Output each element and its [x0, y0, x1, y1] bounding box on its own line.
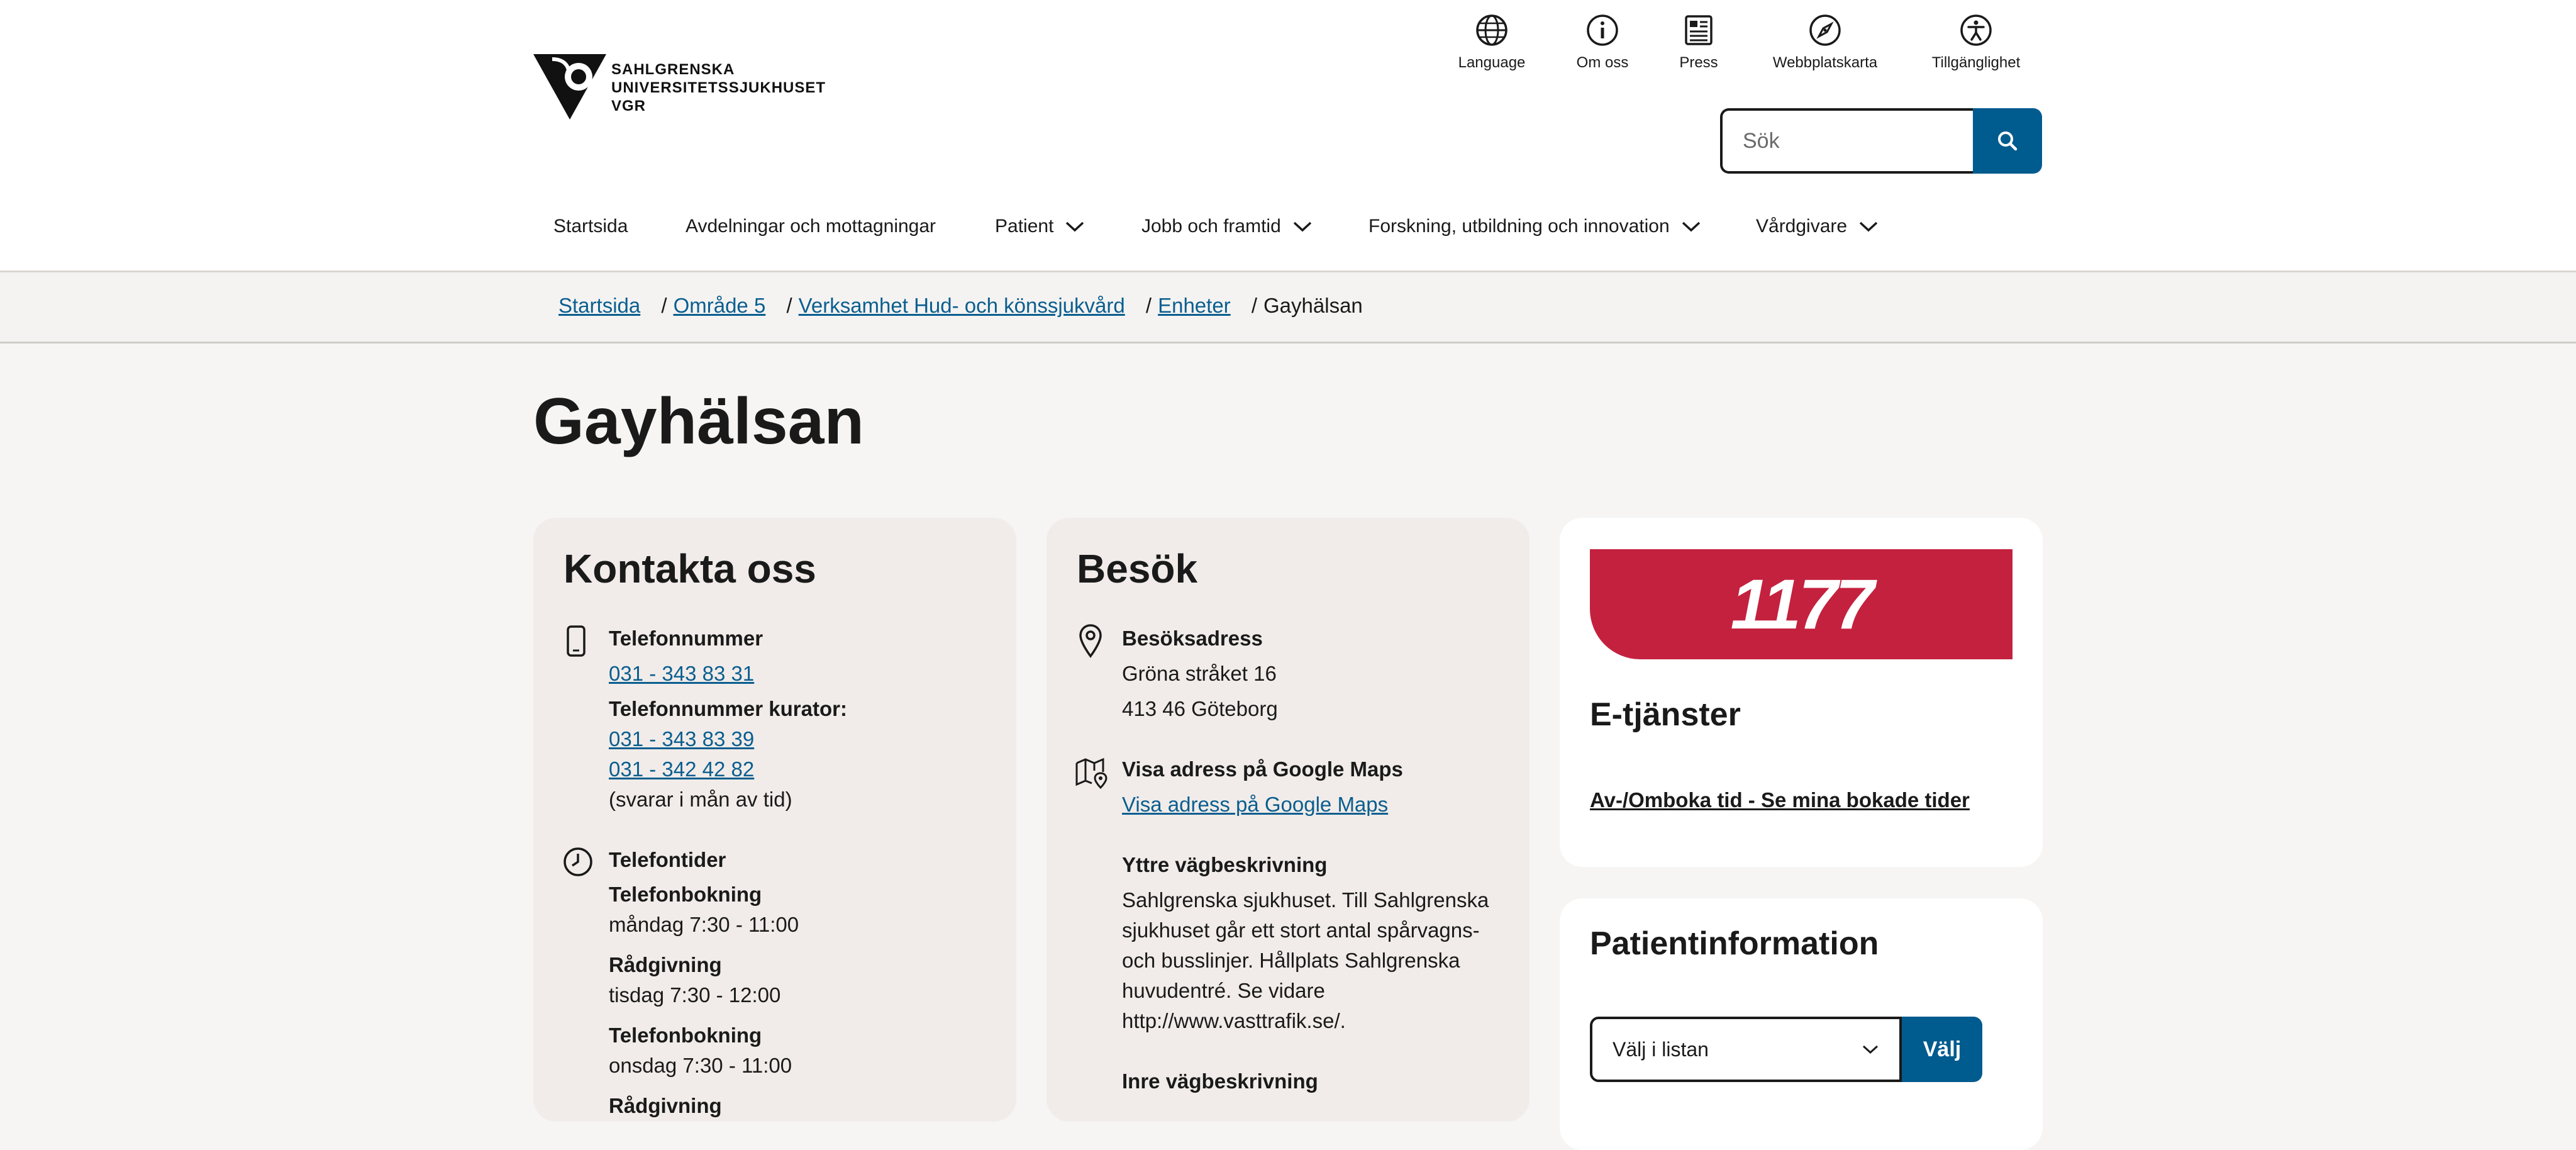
visit-card: Besök Besöksadress Gröna stråket 16 413 … [1046, 518, 1530, 1122]
hours-item-time: tisdag 7:30 - 12:00 [609, 983, 781, 1007]
tillganglighet-link[interactable]: Tillgänglighet [1919, 13, 2033, 75]
contact-title: Kontakta oss [564, 546, 816, 591]
nav-item-label: Avdelningar och mottagningar [686, 216, 936, 237]
logo-text-line: UNIVERSITETSSJUKHUSET [611, 79, 826, 96]
hours-item-title: Telefonbokning [609, 883, 762, 906]
compass-icon [1809, 14, 1841, 46]
nav-item-forskning[interactable]: Forskning, utbildning och innovation [1368, 208, 1701, 245]
patientinfo-title: Patientinformation [1590, 925, 1879, 962]
patientinfo-select[interactable]: Välj i listan [1590, 1017, 1902, 1082]
accessibility-icon [1960, 14, 1992, 46]
chevron-down-icon [1682, 221, 1700, 232]
breadcrumb-current: Gayhälsan [1263, 294, 1363, 317]
breadcrumb-separator: / [1145, 294, 1152, 317]
breadcrumb-link[interactable]: Enheter [1158, 294, 1231, 317]
nav-item-label: Startsida [553, 216, 628, 237]
tillganglighet-label: Tillgänglighet [1931, 54, 2021, 71]
chevron-down-icon [1066, 221, 1084, 232]
phone-label: Telefonnummer [609, 627, 763, 650]
hours-item-title: Rådgivning [609, 1094, 722, 1117]
breadcrumb-separator: / [786, 294, 792, 317]
visit-title: Besök [1077, 546, 1198, 591]
eservices-title: E-tjänster [1590, 696, 1741, 733]
breadcrumb-link[interactable]: Område 5 [674, 294, 766, 317]
outer-directions-line: och busslinjer. Hållplats Sahlgrenska [1122, 949, 1460, 972]
hours-item-time: onsdag 7:30 - 11:00 [609, 1054, 792, 1077]
breadcrumb-separator: / [1251, 294, 1258, 317]
nav-item-avdelningar[interactable]: Avdelningar och mottagningar [686, 208, 936, 245]
location-pin-icon [1079, 624, 1102, 658]
newspaper-icon [1685, 15, 1713, 45]
chevron-down-icon [1859, 221, 1878, 232]
outer-directions-line: huvudentré. Se vidare [1122, 979, 1325, 1002]
breadcrumb-link[interactable]: Startsida [558, 294, 640, 317]
mobile-phone-icon [567, 625, 586, 657]
hours-item-time: måndag 7:30 - 11:00 [609, 913, 799, 936]
logo-1177[interactable]: 1177 [1590, 549, 2012, 659]
utility-nav: Language Om oss Press Webbplatskarta Til… [0, 13, 2576, 75]
maps-label: Visa adress på Google Maps [1122, 757, 1403, 781]
google-maps-link[interactable]: Visa adress på Google Maps [1122, 790, 1388, 820]
nav-item-jobb[interactable]: Jobb och framtid [1141, 208, 1313, 245]
breadcrumb: Startsida / Område 5 / Verksamhet Hud- och… [558, 294, 1363, 318]
globe-icon [1476, 14, 1507, 46]
curator-phone-link[interactable]: 031 - 343 83 39 [609, 724, 754, 754]
breadcrumb-bar: Startsida / Område 5 / Verksamhet Hud- och… [0, 272, 2576, 343]
address-label: Besöksadress [1122, 627, 1263, 650]
nav-item-vardgivare[interactable]: Vårdgivare [1756, 208, 1879, 245]
select-submit-label: Välj [1923, 1037, 1962, 1061]
patientinfo-card: Patientinformation Välj i listan Välj [1560, 898, 2043, 1150]
nav-item-label: Forskning, utbildning och innovation [1368, 216, 1670, 237]
hours-item-title: Rådgivning [609, 953, 722, 976]
rebook-appointment-link[interactable]: Av-/Omboka tid - Se mina bokade tider [1590, 788, 1970, 812]
phone-link[interactable]: 031 - 343 83 31 [609, 659, 754, 689]
nav-item-patient[interactable]: Patient [995, 208, 1085, 245]
page-title: Gayhälsan [533, 385, 865, 458]
nav-item-label: Jobb och framtid [1141, 216, 1281, 237]
contact-card: Kontakta oss Telefonnummer 031 - 343 83 … [533, 518, 1016, 1122]
outer-directions-line: http://www.vasttrafik.se/. [1122, 1009, 1346, 1032]
language-label: Language [1458, 54, 1526, 71]
eservices-card: 1177 E-tjänster Av-/Omboka tid - Se mina… [1560, 518, 2043, 867]
search-input[interactable] [1720, 108, 1973, 174]
logo-text-line: VGR [611, 98, 647, 114]
webbplatskarta-link[interactable]: Webbplatskarta [1768, 13, 1882, 75]
chevron-down-icon [1293, 221, 1311, 232]
webbplatskarta-label: Webbplatskarta [1772, 54, 1878, 71]
curator-note: (svarar i mån av tid) [609, 788, 792, 811]
press-label: Press [1679, 54, 1718, 71]
logo-1177-text: 1177 [1730, 565, 1875, 644]
breadcrumb-separator: / [661, 294, 667, 317]
search-form [1720, 108, 2042, 174]
inner-directions-label: Inre vägbeskrivning [1122, 1069, 1318, 1093]
map-icon [1075, 757, 1108, 790]
search-button[interactable] [1973, 108, 2042, 174]
info-icon [1587, 14, 1618, 46]
curator-phone-link[interactable]: 031 - 342 42 82 [609, 754, 754, 784]
breadcrumb-link[interactable]: Verksamhet Hud- och könssjukvård [799, 294, 1125, 317]
address-street: Gröna stråket 16 [1122, 662, 1277, 685]
nav-item-startsida[interactable]: Startsida [553, 208, 628, 245]
nav-item-label: Vårdgivare [1756, 216, 1848, 237]
outer-directions-line: Sahlgrenska sjukhuset. Till Sahlgrenska [1122, 888, 1489, 912]
outer-directions-label: Yttre vägbeskrivning [1122, 853, 1328, 876]
chevron-down-icon [1862, 1045, 1879, 1054]
search-icon [1998, 131, 2018, 151]
site-header: SAHLGRENSKA UNIVERSITETSSJUKHUSET VGR La… [0, 0, 2576, 272]
curator-phone-label: Telefonnummer kurator: [609, 697, 847, 720]
select-submit-button[interactable]: Välj [1902, 1017, 1982, 1082]
language-link[interactable]: Language [1435, 13, 1548, 75]
hours-item-title: Telefonbokning [609, 1024, 762, 1047]
address-city: 413 46 Göteborg [1122, 697, 1278, 720]
clock-icon [564, 847, 592, 876]
select-value: Välj i listan [1613, 1037, 1709, 1061]
nav-item-label: Patient [995, 216, 1054, 237]
hours-label: Telefontider [609, 848, 726, 871]
main-nav: Startsida Avdelningar och mottagningar P… [0, 208, 2576, 245]
press-link[interactable]: Press [1642, 13, 1755, 75]
outer-directions-line: sjukhuset går ett stort antal spårvagns- [1122, 918, 1480, 942]
